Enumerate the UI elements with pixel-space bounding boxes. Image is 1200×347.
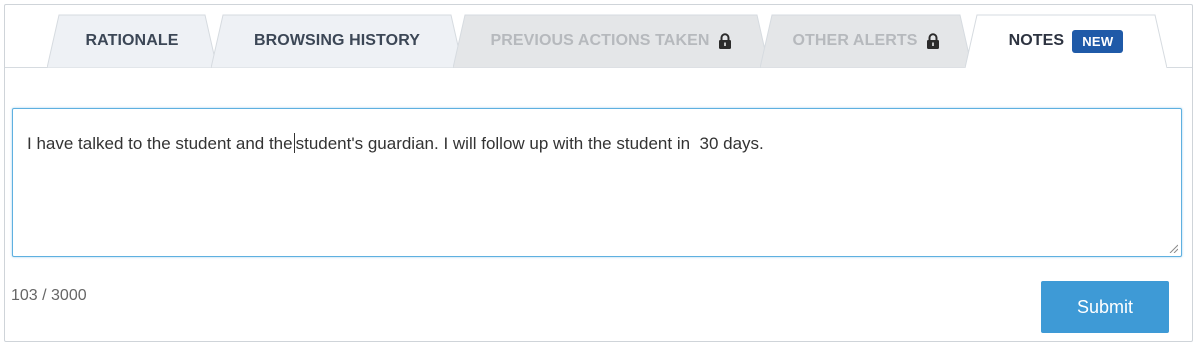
- tab-rationale[interactable]: RATIONALE: [47, 14, 217, 68]
- tab-label: RATIONALE: [85, 32, 179, 49]
- notes-panel: RATIONALE BROWSING HISTORY PREVIOUS ACTI…: [4, 4, 1193, 342]
- notes-text-after-caret: student's guardian. I will follow up wit…: [295, 134, 764, 153]
- new-badge: NEW: [1072, 29, 1124, 53]
- tab-browsing-history[interactable]: BROWSING HISTORY: [211, 14, 463, 68]
- notes-textarea[interactable]: I have talked to the student and the stud…: [12, 108, 1182, 257]
- tab-label: BROWSING HISTORY: [253, 32, 421, 49]
- tab-previous-actions-taken: PREVIOUS ACTIONS TAKEN: [453, 14, 769, 68]
- resize-handle-icon[interactable]: [1168, 243, 1178, 253]
- tab-label: PREVIOUS ACTIONS TAKEN: [490, 32, 710, 49]
- character-counter: 103 / 3000: [11, 287, 87, 304]
- tab-label: NOTES: [1008, 32, 1065, 49]
- lock-icon: [718, 33, 731, 49]
- tab-bar: RATIONALE BROWSING HISTORY PREVIOUS ACTI…: [5, 5, 1192, 68]
- tab-notes[interactable]: NOTES NEW: [965, 14, 1167, 68]
- tab-other-alerts: OTHER ALERTS: [760, 14, 972, 68]
- tab-label: OTHER ALERTS: [792, 32, 918, 49]
- notes-text-before-caret: I have talked to the student and the: [27, 134, 293, 153]
- submit-button[interactable]: Submit: [1041, 281, 1169, 333]
- lock-icon: [926, 33, 939, 49]
- text-caret: [293, 133, 295, 153]
